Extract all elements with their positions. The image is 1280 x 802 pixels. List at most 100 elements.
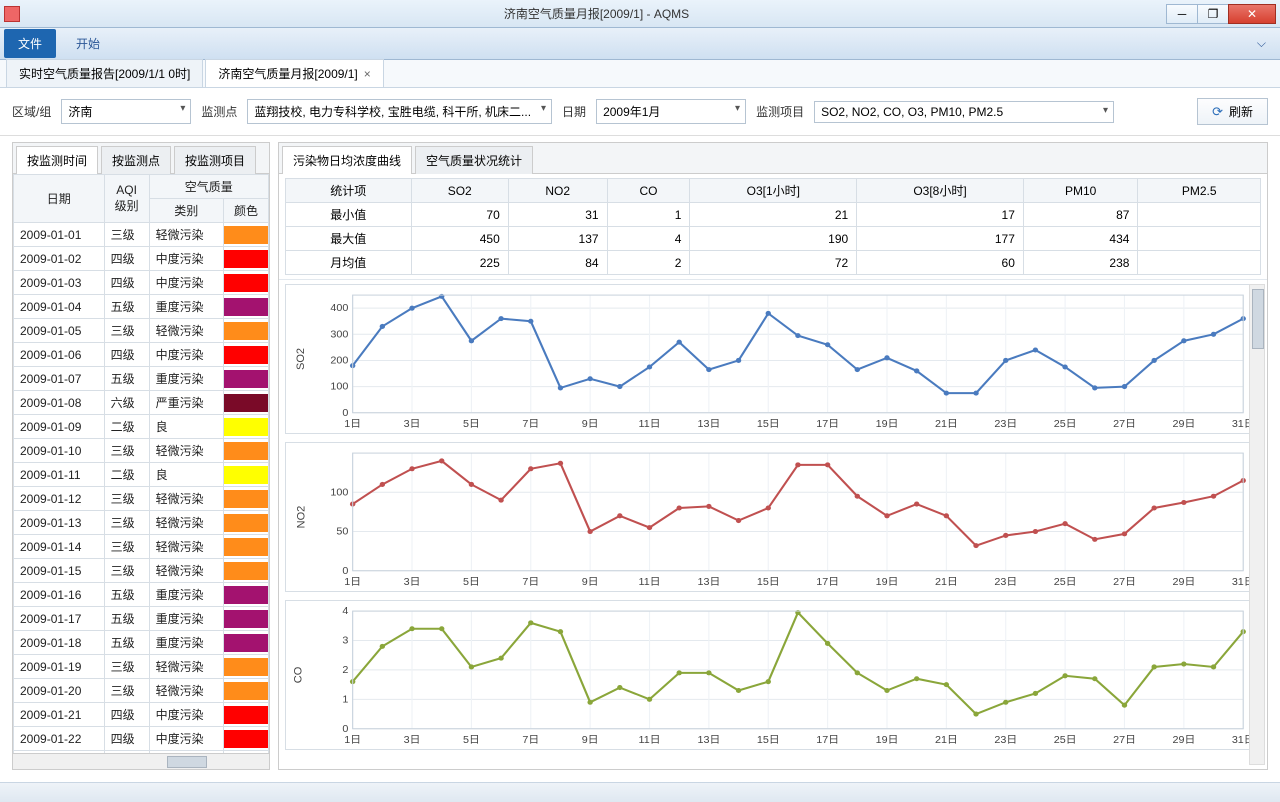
svg-text:3日: 3日 (404, 419, 421, 430)
svg-text:19日: 19日 (876, 419, 899, 430)
svg-text:7日: 7日 (522, 577, 539, 588)
col-date: 日期 (14, 175, 105, 223)
refresh-button[interactable]: ⟳ 刷新 (1197, 98, 1268, 125)
chart-no2: NO20501001日3日5日7日9日11日13日15日17日19日21日23日… (285, 442, 1261, 592)
svg-text:50: 50 (336, 527, 348, 538)
title-bar: 济南空气质量月报[2009/1] - AQMS ─ ❐ ✕ (0, 0, 1280, 28)
date-combo[interactable]: 2009年1月 (596, 99, 746, 124)
svg-text:200: 200 (330, 356, 348, 367)
tab-monthly-report[interactable]: 济南空气质量月报[2009/1] × (205, 59, 383, 87)
minimize-button[interactable]: ─ (1166, 4, 1198, 24)
svg-text:11日: 11日 (639, 735, 661, 746)
tab-label: 济南空气质量月报[2009/1] (218, 65, 357, 82)
menu-start[interactable]: 开始 (62, 29, 114, 58)
table-row: 月均值2258427260238 (286, 251, 1261, 275)
stat-col: SO2 (411, 179, 508, 203)
charts-area[interactable]: SO201002003004001日3日5日7日9日11日13日15日17日19… (279, 279, 1267, 769)
table-row[interactable]: 2009-01-06四级中度污染 (14, 343, 269, 367)
scrollbar-thumb[interactable] (1252, 289, 1264, 349)
svg-text:27日: 27日 (1113, 419, 1136, 430)
svg-text:9日: 9日 (582, 735, 599, 746)
svg-text:17日: 17日 (816, 735, 839, 746)
menu-help[interactable]: ⌵ (1247, 32, 1276, 55)
table-row[interactable]: 2009-01-05三级轻微污染 (14, 319, 269, 343)
svg-text:25日: 25日 (1054, 419, 1077, 430)
chart-co: CO012341日3日5日7日9日11日13日15日17日19日21日23日25… (285, 600, 1261, 750)
svg-text:1日: 1日 (344, 577, 361, 588)
table-row[interactable]: 2009-01-18五级重度污染 (14, 631, 269, 655)
vertical-scrollbar[interactable] (1249, 284, 1265, 765)
table-row[interactable]: 2009-01-10三级轻微污染 (14, 439, 269, 463)
table-row[interactable]: 2009-01-21四级中度污染 (14, 703, 269, 727)
svg-text:21日: 21日 (935, 577, 958, 588)
table-row[interactable]: 2009-01-20三级轻微污染 (14, 679, 269, 703)
tab-by-time[interactable]: 按监测时间 (16, 146, 98, 174)
col-category: 类别 (149, 199, 223, 223)
region-combo[interactable]: 济南 (61, 99, 191, 124)
close-tab-icon[interactable]: × (364, 67, 371, 81)
table-row[interactable]: 2009-01-12三级轻微污染 (14, 487, 269, 511)
table-row[interactable]: 2009-01-09二级良 (14, 415, 269, 439)
table-row[interactable]: 2009-01-13三级轻微污染 (14, 511, 269, 535)
maximize-button[interactable]: ❐ (1197, 4, 1229, 24)
svg-text:23日: 23日 (994, 735, 1017, 746)
scrollbar-thumb[interactable] (167, 756, 207, 768)
svg-text:300: 300 (330, 330, 348, 341)
tab-realtime-report[interactable]: 实时空气质量报告[2009/1/1 0时] (6, 59, 203, 87)
document-tabs: 实时空气质量报告[2009/1/1 0时] 济南空气质量月报[2009/1] × (0, 60, 1280, 88)
left-panel: 按监测时间 按监测点 按监测项目 日期 AQI级别 空气质量 类别 颜色 200… (12, 142, 270, 770)
svg-text:11日: 11日 (639, 577, 661, 588)
svg-text:25日: 25日 (1054, 735, 1077, 746)
table-row[interactable]: 2009-01-19三级轻微污染 (14, 655, 269, 679)
aqi-grid[interactable]: 日期 AQI级别 空气质量 类别 颜色 2009-01-01三级轻微污染2009… (13, 174, 269, 753)
table-row[interactable]: 2009-01-16五级重度污染 (14, 583, 269, 607)
stat-col: NO2 (508, 179, 607, 203)
stat-table: 统计项SO2NO2COO3[1小时]O3[8小时]PM10PM2.5 最小值70… (285, 178, 1261, 275)
svg-text:13日: 13日 (698, 419, 721, 430)
table-row[interactable]: 2009-01-11二级良 (14, 463, 269, 487)
table-row[interactable]: 2009-01-08六级严重污染 (14, 391, 269, 415)
horizontal-scrollbar[interactable] (13, 753, 269, 769)
date-label: 日期 (562, 103, 586, 120)
app-icon (4, 6, 20, 22)
svg-text:9日: 9日 (582, 419, 599, 430)
table-row[interactable]: 2009-01-22四级中度污染 (14, 727, 269, 751)
svg-text:7日: 7日 (522, 735, 539, 746)
tab-quality-stats[interactable]: 空气质量状况统计 (415, 146, 533, 174)
svg-text:5日: 5日 (463, 419, 480, 430)
svg-text:15日: 15日 (757, 735, 780, 746)
table-row[interactable]: 2009-01-03四级中度污染 (14, 271, 269, 295)
svg-text:1日: 1日 (344, 735, 361, 746)
svg-text:25日: 25日 (1054, 577, 1077, 588)
table-row[interactable]: 2009-01-15三级轻微污染 (14, 559, 269, 583)
tab-by-site[interactable]: 按监测点 (101, 146, 171, 174)
svg-text:29日: 29日 (1172, 735, 1195, 746)
stat-col: 统计项 (286, 179, 412, 203)
tab-concentration-curve[interactable]: 污染物日均浓度曲线 (282, 146, 412, 174)
svg-text:15日: 15日 (757, 577, 780, 588)
stat-col: O3[1小时] (690, 179, 857, 203)
site-combo[interactable]: 蓝翔技校, 电力专科学校, 宝胜电缆, 科干所, 机床二... (247, 99, 552, 124)
svg-text:23日: 23日 (994, 577, 1017, 588)
table-row[interactable]: 2009-01-07五级重度污染 (14, 367, 269, 391)
stat-col: PM10 (1023, 179, 1138, 203)
table-row: 最小值70311211787 (286, 203, 1261, 227)
svg-text:13日: 13日 (698, 735, 721, 746)
table-row[interactable]: 2009-01-04五级重度污染 (14, 295, 269, 319)
svg-text:100: 100 (330, 382, 348, 393)
svg-text:15日: 15日 (757, 419, 780, 430)
menu-file[interactable]: 文件 (4, 29, 56, 58)
table-row[interactable]: 2009-01-14三级轻微污染 (14, 535, 269, 559)
close-button[interactable]: ✕ (1228, 4, 1276, 24)
y-axis-label: CO (292, 667, 304, 684)
combo-value: 济南 (68, 105, 92, 119)
table-row[interactable]: 2009-01-17五级重度污染 (14, 607, 269, 631)
svg-text:7日: 7日 (522, 419, 539, 430)
tab-by-item[interactable]: 按监测项目 (174, 146, 256, 174)
combo-value: SO2, NO2, CO, O3, PM10, PM2.5 (821, 105, 1003, 119)
table-row[interactable]: 2009-01-02四级中度污染 (14, 247, 269, 271)
item-combo[interactable]: SO2, NO2, CO, O3, PM10, PM2.5 (814, 101, 1114, 123)
table-row[interactable]: 2009-01-01三级轻微污染 (14, 223, 269, 247)
chart-so2: SO201002003004001日3日5日7日9日11日13日15日17日19… (285, 284, 1261, 434)
svg-text:1: 1 (342, 695, 348, 706)
